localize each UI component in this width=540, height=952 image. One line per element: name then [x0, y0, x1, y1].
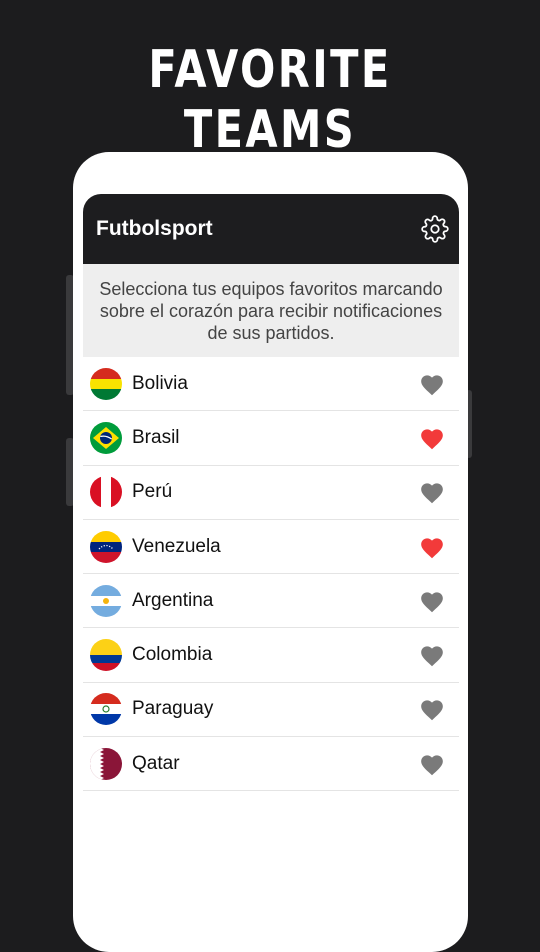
- peru-flag: [90, 476, 122, 509]
- gear-icon[interactable]: [421, 215, 449, 243]
- heart-icon[interactable]: [419, 372, 445, 396]
- argentina-flag: [90, 584, 122, 617]
- team-list: Bolivia Brasil Perú Venezuela Argentina …: [83, 357, 459, 792]
- brazil-flag: [90, 421, 122, 454]
- promo-title: FAVORITE TEAMS: [148, 40, 392, 160]
- heart-icon[interactable]: [419, 643, 445, 667]
- team-row[interactable]: Bolivia: [83, 357, 459, 412]
- team-name: Brasil: [132, 426, 180, 448]
- team-name: Qatar: [132, 752, 180, 774]
- qatar-flag: [90, 747, 122, 780]
- team-row[interactable]: Brasil: [83, 411, 459, 466]
- heart-icon[interactable]: [419, 535, 445, 559]
- app-bar: Futbolsport: [83, 194, 459, 264]
- heart-icon[interactable]: [419, 426, 445, 450]
- team-row[interactable]: Argentina: [83, 574, 459, 629]
- heart-icon[interactable]: [419, 480, 445, 504]
- team-name: Venezuela: [132, 535, 221, 557]
- team-name: Argentina: [132, 589, 214, 611]
- team-row[interactable]: Paraguay: [83, 683, 459, 738]
- app-title: Futbolsport: [96, 217, 213, 240]
- venezuela-flag: [90, 530, 122, 563]
- colombia-flag: [90, 639, 122, 672]
- team-row[interactable]: Qatar: [83, 737, 459, 792]
- app-screen: Futbolsport Selecciona tus equipos favor…: [83, 194, 459, 900]
- heart-icon[interactable]: [419, 697, 445, 721]
- team-row[interactable]: Colombia: [83, 628, 459, 683]
- team-row[interactable]: Venezuela: [83, 520, 459, 575]
- team-name: Paraguay: [132, 698, 214, 720]
- instructions-text: Selecciona tus equipos favoritos marcand…: [83, 264, 459, 357]
- heart-icon[interactable]: [419, 752, 445, 776]
- team-name: Perú: [132, 481, 173, 503]
- team-row[interactable]: Perú: [83, 466, 459, 520]
- team-name: Colombia: [132, 644, 213, 666]
- heart-icon[interactable]: [419, 589, 445, 613]
- paraguay-flag: [90, 693, 122, 726]
- bolivia-flag: [90, 367, 122, 400]
- team-name: Bolivia: [132, 372, 188, 394]
